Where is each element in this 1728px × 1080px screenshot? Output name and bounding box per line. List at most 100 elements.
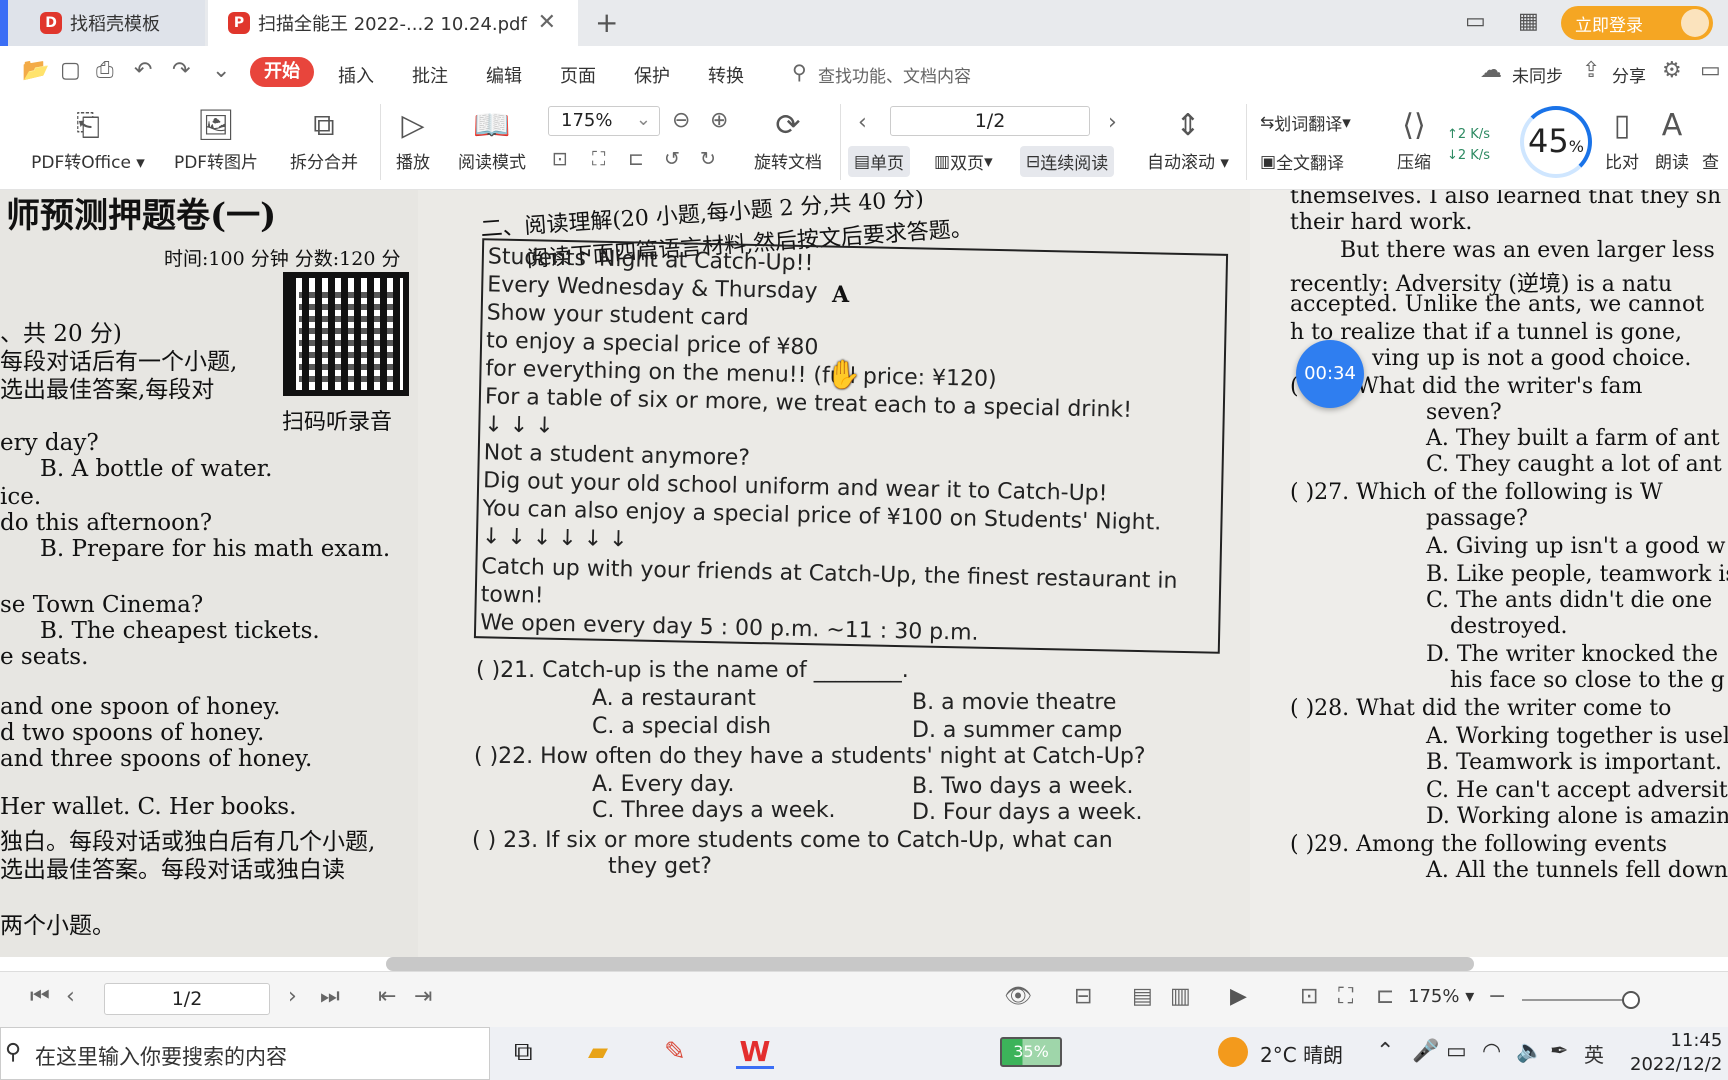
q22-option-c: C. Three days a week.: [592, 798, 836, 823]
menu-start[interactable]: 开始: [250, 57, 314, 87]
tab-document[interactable]: P 扫描全能王 2022-...2 10.24.pdf ✕: [208, 0, 578, 46]
double-page-button[interactable]: ▥ 双页 ▾: [934, 149, 993, 175]
system-clock[interactable]: 11:45 2022/12/2: [1630, 1029, 1722, 1077]
fit-width-icon[interactable]: ⊏: [628, 148, 644, 170]
read-aloud-button[interactable]: A 朗读: [1650, 104, 1694, 173]
zoom-select[interactable]: 175% ⌄: [548, 106, 660, 136]
play-button[interactable]: ▷ 播放: [390, 104, 436, 173]
actual-size-icon[interactable]: ⊡: [552, 148, 568, 170]
autoscroll-button[interactable]: ⇕ 自动滚动 ▾: [1144, 104, 1232, 173]
folder-icon[interactable]: ▰: [588, 1037, 608, 1067]
horizontal-scrollbar[interactable]: [386, 957, 1474, 971]
eye-protect-icon[interactable]: 👁: [1004, 984, 1032, 1009]
login-button[interactable]: 立即登录: [1561, 6, 1713, 40]
undo-icon[interactable]: ↶: [134, 58, 152, 83]
more-icon[interactable]: ⌄: [212, 58, 230, 83]
menu-edit[interactable]: 编辑: [486, 62, 522, 88]
next-page-icon[interactable]: ›: [1108, 110, 1117, 135]
settings-icon[interactable]: ⚙: [1662, 58, 1682, 83]
ime-indicator[interactable]: 英: [1584, 1039, 1604, 1068]
pen-icon[interactable]: ✒: [1550, 1039, 1568, 1064]
pdf-to-image-button[interactable]: 🖼 PDF转图片: [166, 104, 266, 173]
zoom-out-icon[interactable]: −: [1488, 984, 1506, 1009]
find-button[interactable]: 查: [1702, 148, 1728, 173]
pdf-page-right: themselves. I also learned that they sh …: [1250, 190, 1728, 957]
battery-icon[interactable]: ▭: [1446, 1039, 1467, 1064]
print-icon[interactable]: ⎙: [96, 58, 114, 83]
menu-comment[interactable]: 批注: [412, 62, 448, 88]
progress-unit: %: [1568, 137, 1584, 156]
taskbar-search[interactable]: ⚲ 在这里输入你要搜索的内容: [0, 1027, 490, 1080]
last-page-icon[interactable]: ⏭: [320, 984, 340, 1009]
tab-templates[interactable]: D 找稻壳模板: [0, 0, 205, 46]
forward-icon[interactable]: ⇥: [414, 984, 432, 1009]
actual-size-icon[interactable]: ⊡: [1300, 984, 1318, 1009]
word-translate-button[interactable]: ⇆ 划词翻译 ▾: [1260, 110, 1351, 136]
continuous-icon: ⊟: [1026, 151, 1041, 172]
menu-insert[interactable]: 插入: [338, 62, 374, 88]
search-input[interactable]: 查找功能、文档内容: [818, 62, 971, 87]
right-text: But there was an even larger less: [1340, 238, 1715, 263]
app-icon[interactable]: ✎: [664, 1037, 686, 1067]
compress-button[interactable]: ⟨⟩ 压缩: [1392, 104, 1436, 173]
page-number-input[interactable]: 1/2: [890, 106, 1090, 136]
save-icon[interactable]: ▢: [60, 58, 81, 83]
weather-widget[interactable]: 2°C 晴朗: [1260, 1039, 1343, 1068]
close-tab-icon[interactable]: ✕: [538, 10, 556, 35]
chevron-up-icon[interactable]: ⌃: [1376, 1039, 1394, 1064]
first-page-icon[interactable]: ⏮: [30, 984, 50, 1009]
zoom-slider[interactable]: [1522, 999, 1632, 1001]
split-merge-button[interactable]: ⧉ 拆分合并: [280, 104, 368, 173]
menu-convert[interactable]: 转换: [708, 62, 744, 88]
document-viewport[interactable]: 师预测押题卷(一) 时间:100 分钟 分数:120 分 、共 20 分) 每段…: [0, 190, 1728, 957]
rotate-left-icon[interactable]: ↺: [664, 148, 680, 170]
zoom-select[interactable]: 175% ▾: [1408, 986, 1474, 1007]
menu-page[interactable]: 页面: [560, 62, 596, 88]
prev-page-icon[interactable]: ‹: [858, 110, 867, 135]
grid-icon[interactable]: ▦: [1518, 9, 1539, 34]
page-number-input[interactable]: 1/2: [104, 983, 270, 1015]
ad-line: to enjoy a special price of ¥80: [485, 328, 819, 361]
rotate-doc-button[interactable]: ⟳ 旋转文档: [748, 104, 828, 173]
prev-page-icon[interactable]: ‹: [66, 984, 75, 1009]
next-page-icon[interactable]: ›: [288, 984, 297, 1009]
open-icon[interactable]: 📂: [22, 58, 49, 83]
double-page-icon[interactable]: ▥: [1170, 984, 1191, 1009]
zoom-slider-handle[interactable]: [1622, 991, 1640, 1009]
sync-status[interactable]: 未同步: [1512, 62, 1563, 87]
new-tab-button[interactable]: +: [595, 6, 618, 39]
microphone-icon[interactable]: 🎤: [1412, 1039, 1439, 1064]
compare-button[interactable]: ▯ 比对: [1600, 104, 1644, 173]
right-text: A. They built a farm of ant: [1426, 426, 1720, 451]
redo-icon[interactable]: ↷: [172, 58, 190, 83]
task-view-icon[interactable]: ⧉: [514, 1037, 533, 1068]
continuous-read-button[interactable]: ⊟ 连续阅读: [1020, 146, 1115, 177]
menu-protect[interactable]: 保护: [634, 62, 670, 88]
play-icon[interactable]: ▶: [1230, 984, 1247, 1009]
progress-ring[interactable]: 45%: [1520, 106, 1592, 178]
wifi-icon[interactable]: ◠: [1482, 1039, 1501, 1064]
continuous-icon[interactable]: ⊟: [1074, 984, 1092, 1009]
ribbon-label: 比对: [1605, 153, 1639, 173]
read-mode-button[interactable]: 📖 阅读模式: [452, 104, 532, 173]
back-icon[interactable]: ⇤: [378, 984, 396, 1009]
wps-icon[interactable]: W: [736, 1035, 774, 1069]
full-translate-button[interactable]: ▣ 全文翻译: [1260, 149, 1344, 175]
chat-icon[interactable]: ▭: [1700, 58, 1721, 83]
battery-indicator: 35%: [1000, 1037, 1062, 1067]
zoom-in-icon[interactable]: ⊕: [710, 108, 728, 133]
rotate-right-icon[interactable]: ↻: [700, 148, 716, 170]
fit-page-icon[interactable]: ⛶: [592, 148, 605, 170]
pdf-to-office-button[interactable]: ⎗ PDF转Office ▾: [28, 104, 148, 173]
volume-icon[interactable]: 🔈: [1516, 1039, 1543, 1064]
layout-icon[interactable]: ▭: [1465, 9, 1486, 34]
single-page-icon[interactable]: ▤: [1132, 984, 1153, 1009]
fit-width-icon[interactable]: ⊏: [1376, 984, 1394, 1009]
single-page-button[interactable]: ▤ 单页: [848, 146, 911, 177]
fit-page-icon[interactable]: ⛶: [1338, 984, 1353, 1009]
recording-timer[interactable]: 00:34: [1296, 340, 1364, 408]
left-text: 选出最佳答案,每段对: [0, 377, 215, 403]
ribbon-label: 自动滚动: [1147, 153, 1216, 173]
share-button[interactable]: 分享: [1612, 62, 1646, 87]
zoom-out-icon[interactable]: ⊖: [672, 108, 690, 133]
